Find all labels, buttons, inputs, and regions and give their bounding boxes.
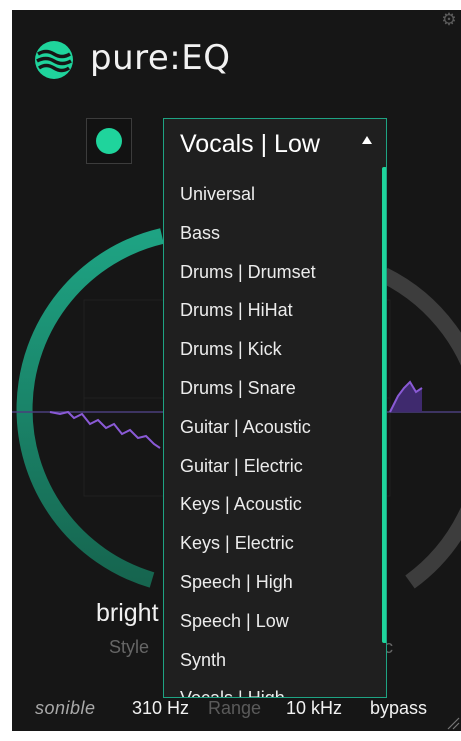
style-value: bright bbox=[96, 599, 159, 627]
scrollbar[interactable] bbox=[382, 167, 386, 643]
style-knob-arc[interactable] bbox=[16, 228, 164, 588]
app-title: pure:EQ bbox=[90, 38, 231, 78]
profile-option[interactable]: Keys | Acoustic bbox=[164, 485, 386, 524]
right-knob-label: c bbox=[384, 637, 393, 657]
bypass-button[interactable]: bypass bbox=[370, 697, 427, 719]
profile-option[interactable]: Guitar | Acoustic bbox=[164, 408, 386, 447]
footer-brand-logo: sonible bbox=[35, 698, 96, 718]
profile-selected-value: Vocals | Low bbox=[180, 130, 320, 158]
profile-option[interactable]: Drums | HiHat bbox=[164, 291, 386, 330]
profile-option[interactable]: Bass bbox=[164, 214, 386, 253]
power-indicator-icon bbox=[96, 128, 122, 154]
range-high-value[interactable]: 10 kHz bbox=[286, 697, 342, 719]
chevron-up-icon bbox=[362, 136, 372, 144]
right-knob-track[interactable] bbox=[380, 267, 461, 589]
profile-option[interactable]: Drums | Snare bbox=[164, 369, 386, 408]
profile-dropdown-header[interactable]: Vocals | Low bbox=[164, 119, 386, 167]
profile-option[interactable]: Drums | Drumset bbox=[164, 253, 386, 292]
profile-option[interactable]: Speech | Low bbox=[164, 602, 386, 641]
sonible-logo-icon bbox=[35, 41, 73, 79]
profile-option[interactable]: Universal bbox=[164, 175, 386, 214]
profile-option[interactable]: Drums | Kick bbox=[164, 330, 386, 369]
profile-options-list: Universal Bass Drums | Drumset Drums | HiHa… bbox=[164, 175, 386, 697]
plugin-window: ⚙ pure:EQ bright Style c sonible 310 Hz … bbox=[12, 10, 461, 731]
style-label: Style bbox=[109, 637, 150, 657]
resize-handle-icon[interactable] bbox=[446, 716, 460, 730]
gear-icon[interactable]: ⚙ bbox=[439, 10, 459, 30]
profile-option[interactable]: Synth bbox=[164, 641, 386, 680]
profile-dropdown[interactable]: Vocals | Low Universal Bass Drums | Drumse… bbox=[163, 118, 387, 698]
range-label: Range bbox=[208, 698, 262, 718]
profile-option[interactable]: Keys | Electric bbox=[164, 524, 386, 563]
power-toggle[interactable] bbox=[86, 118, 132, 164]
spectrum-curve bbox=[49, 410, 161, 449]
profile-option[interactable]: Guitar | Electric bbox=[164, 447, 386, 486]
range-low-value[interactable]: 310 Hz bbox=[132, 697, 189, 719]
profile-option[interactable]: Vocals | High bbox=[164, 679, 386, 697]
profile-option[interactable]: Speech | High bbox=[164, 563, 386, 602]
